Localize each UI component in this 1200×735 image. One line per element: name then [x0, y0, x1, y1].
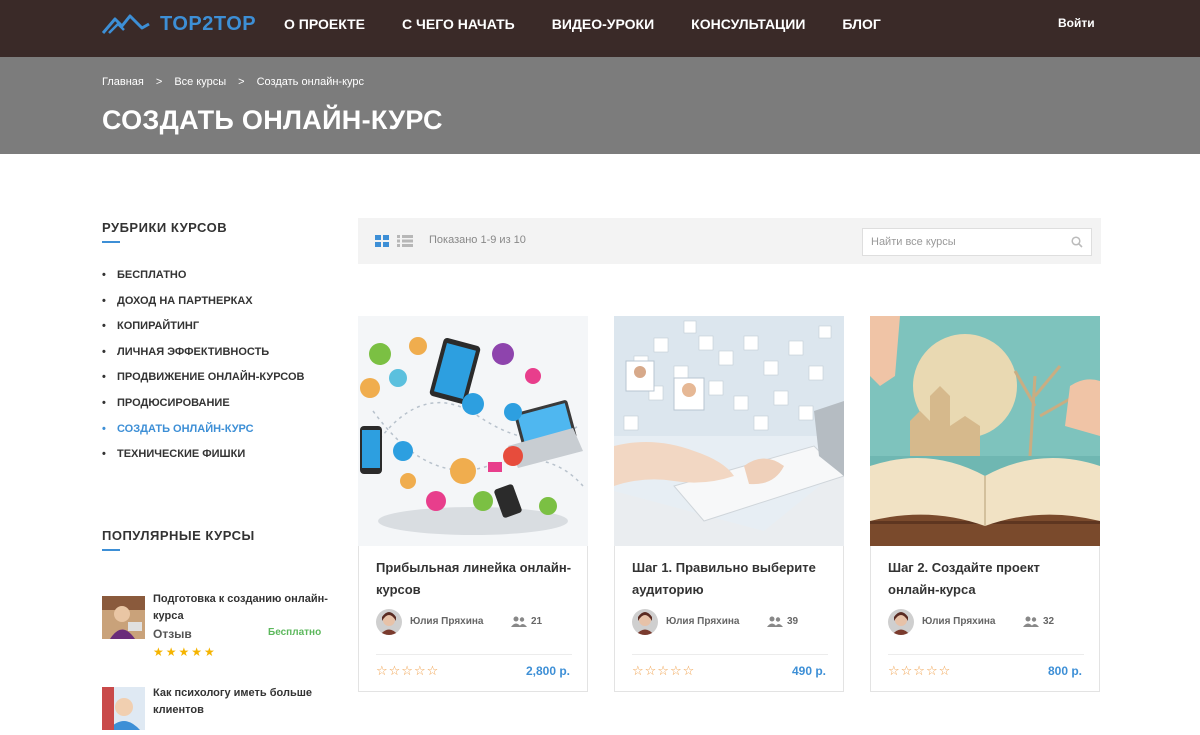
category-label: ПРОДВИЖЕНИЕ ОНЛАЙН-КУРСОВ	[117, 371, 305, 384]
main-nav: О ПРОЕКТЕ С ЧЕГО НАЧАТЬ ВИДЕО-УРОКИ КОНС…	[284, 0, 918, 47]
nav-about[interactable]: О ПРОЕКТЕ	[284, 16, 365, 32]
logo-text: TOP2TOP	[160, 12, 257, 35]
students-icon	[767, 616, 783, 627]
category-item[interactable]: • ДОХОД НА ПАРТНЕРКАХ	[102, 294, 332, 320]
heading-underline	[102, 241, 120, 243]
course-image[interactable]	[614, 316, 844, 546]
category-label: ПРОДЮСИРОВАНИЕ	[117, 396, 230, 409]
popular-course-meta: Отзыв	[153, 627, 192, 641]
card-divider	[376, 654, 572, 655]
course-card[interactable]: Прибыльная линейка онлайн-курсов Юлия Пр…	[358, 316, 588, 692]
popular-course-title[interactable]: Подготовка к созданию онлайн-курса	[153, 591, 328, 625]
course-card[interactable]: Шаг 1. Правильно выберите аудиторию Юлия…	[614, 316, 844, 692]
category-item[interactable]: • БЕСПЛАТНО	[102, 268, 332, 294]
breadcrumb-separator: >	[238, 76, 245, 88]
course-price: 2,800 р.	[525, 664, 570, 678]
popular-courses-widget: ПОПУЛЯРНЫЕ КУРСЫ Подготовка к созданию о…	[102, 528, 332, 730]
course-thumbnail[interactable]	[102, 596, 145, 639]
course-search[interactable]	[862, 228, 1092, 256]
category-item[interactable]: • ЛИЧНАЯ ЭФФЕКТИВНОСТЬ	[102, 345, 332, 371]
breadcrumb-current: Создать онлайн-курс	[256, 76, 365, 88]
categories-widget: РУБРИКИ КУРСОВ • БЕСПЛАТНО • ДОХОД НА ПАРТ…	[102, 220, 332, 473]
category-item[interactable]: • ПРОДВИЖЕНИЕ ОНЛАЙН-КУРСОВ	[102, 370, 332, 396]
students-count: 39	[787, 616, 799, 627]
students-icon	[511, 616, 527, 627]
students-icon	[1023, 616, 1039, 627]
course-price: 800 р.	[1047, 664, 1082, 678]
category-label: ЛИЧНАЯ ЭФФЕКТИВНОСТЬ	[117, 345, 270, 358]
top-navbar: TOP2TOP О ПРОЕКТЕ С ЧЕГО НАЧАТЬ ВИДЕО-УР…	[0, 0, 1200, 57]
category-item[interactable]: • ТЕХНИЧЕСКИЕ ФИШКИ	[102, 447, 332, 473]
nav-getting-started[interactable]: С ЧЕГО НАЧАТЬ	[402, 16, 515, 32]
card-divider	[888, 654, 1084, 655]
author-name[interactable]: Юлия Пряхина	[922, 616, 996, 627]
popular-heading: ПОПУЛЯРНЫЕ КУРСЫ	[102, 528, 255, 543]
course-price: 490 р.	[791, 664, 826, 678]
mountains-logo-icon	[102, 14, 150, 34]
course-image[interactable]	[358, 316, 588, 546]
course-title[interactable]: Шаг 2. Создайте проект онлайн-курса	[888, 557, 1088, 601]
category-item-active[interactable]: • СОЗДАТЬ ОНЛАЙН-КУРС	[102, 422, 332, 448]
categories-heading: РУБРИКИ КУРСОВ	[102, 220, 228, 235]
popular-course-stars: ★★★★★	[153, 645, 217, 659]
heading-underline	[102, 549, 120, 551]
author-avatar	[632, 609, 658, 635]
popular-course-title[interactable]: Как психологу иметь больше клиентов	[153, 685, 328, 719]
site-logo[interactable]: TOP2TOP	[102, 10, 256, 38]
breadcrumb-all-courses[interactable]: Все курсы	[174, 76, 226, 88]
category-list: • БЕСПЛАТНО • ДОХОД НА ПАРТНЕРКАХ • КОПИРАЙ…	[102, 268, 332, 473]
category-label: СОЗДАТЬ ОНЛАЙН-КУРС	[117, 422, 254, 435]
search-icon[interactable]	[1071, 236, 1083, 248]
page-header: Главная > Все курсы > Создать онлайн-кур…	[0, 57, 1200, 154]
author-name[interactable]: Юлия Пряхина	[410, 616, 484, 627]
list-view-icon[interactable]	[397, 235, 413, 247]
course-card[interactable]: Шаг 2. Создайте проект онлайн-курса Юлия…	[870, 316, 1100, 692]
author-avatar	[376, 609, 402, 635]
results-count: Показано 1-9 из 10	[429, 234, 526, 246]
course-title[interactable]: Шаг 1. Правильно выберите аудиторию	[632, 557, 832, 601]
nav-consulting[interactable]: КОНСУЛЬТАЦИИ	[691, 16, 805, 32]
card-divider	[632, 654, 828, 655]
course-title[interactable]: Прибыльная линейка онлайн-курсов	[376, 557, 576, 601]
nav-blog[interactable]: БЛОГ	[842, 16, 880, 32]
courses-toolbar: Показано 1-9 из 10	[358, 218, 1101, 264]
students-count: 21	[531, 616, 543, 627]
breadcrumb-separator: >	[155, 76, 163, 88]
category-item[interactable]: • КОПИРАЙТИНГ	[102, 319, 332, 345]
popular-course-item[interactable]: Как психологу иметь больше клиентов	[102, 661, 332, 730]
course-rating: ☆☆☆☆☆	[632, 663, 696, 678]
course-thumbnail[interactable]	[102, 687, 145, 730]
grid-view-icon[interactable]	[375, 235, 389, 247]
category-label: КОПИРАЙТИНГ	[117, 320, 200, 333]
author-avatar	[888, 609, 914, 635]
author-name[interactable]: Юлия Пряхина	[666, 616, 740, 627]
course-rating: ☆☆☆☆☆	[376, 663, 440, 678]
students-count: 32	[1043, 616, 1055, 627]
breadcrumb-home[interactable]: Главная	[102, 76, 144, 88]
popular-course-price: Бесплатно	[268, 627, 322, 638]
nav-video-lessons[interactable]: ВИДЕО-УРОКИ	[552, 16, 654, 32]
category-label: ТЕХНИЧЕСКИЕ ФИШКИ	[117, 448, 246, 461]
search-input[interactable]	[863, 229, 1063, 255]
category-label: БЕСПЛАТНО	[117, 269, 187, 281]
login-link[interactable]: Войти	[1058, 16, 1095, 30]
category-item[interactable]: • ПРОДЮСИРОВАНИЕ	[102, 396, 332, 422]
page-title: СОЗДАТЬ ОНЛАЙН-КУРС	[102, 105, 443, 135]
category-label: ДОХОД НА ПАРТНЕРКАХ	[117, 294, 253, 307]
course-image[interactable]	[870, 316, 1100, 546]
popular-course-item[interactable]: Подготовка к созданию онлайн-курса Отзыв…	[102, 569, 332, 661]
breadcrumb: Главная > Все курсы > Создать онлайн-кур…	[102, 76, 364, 88]
course-rating: ☆☆☆☆☆	[888, 663, 952, 678]
